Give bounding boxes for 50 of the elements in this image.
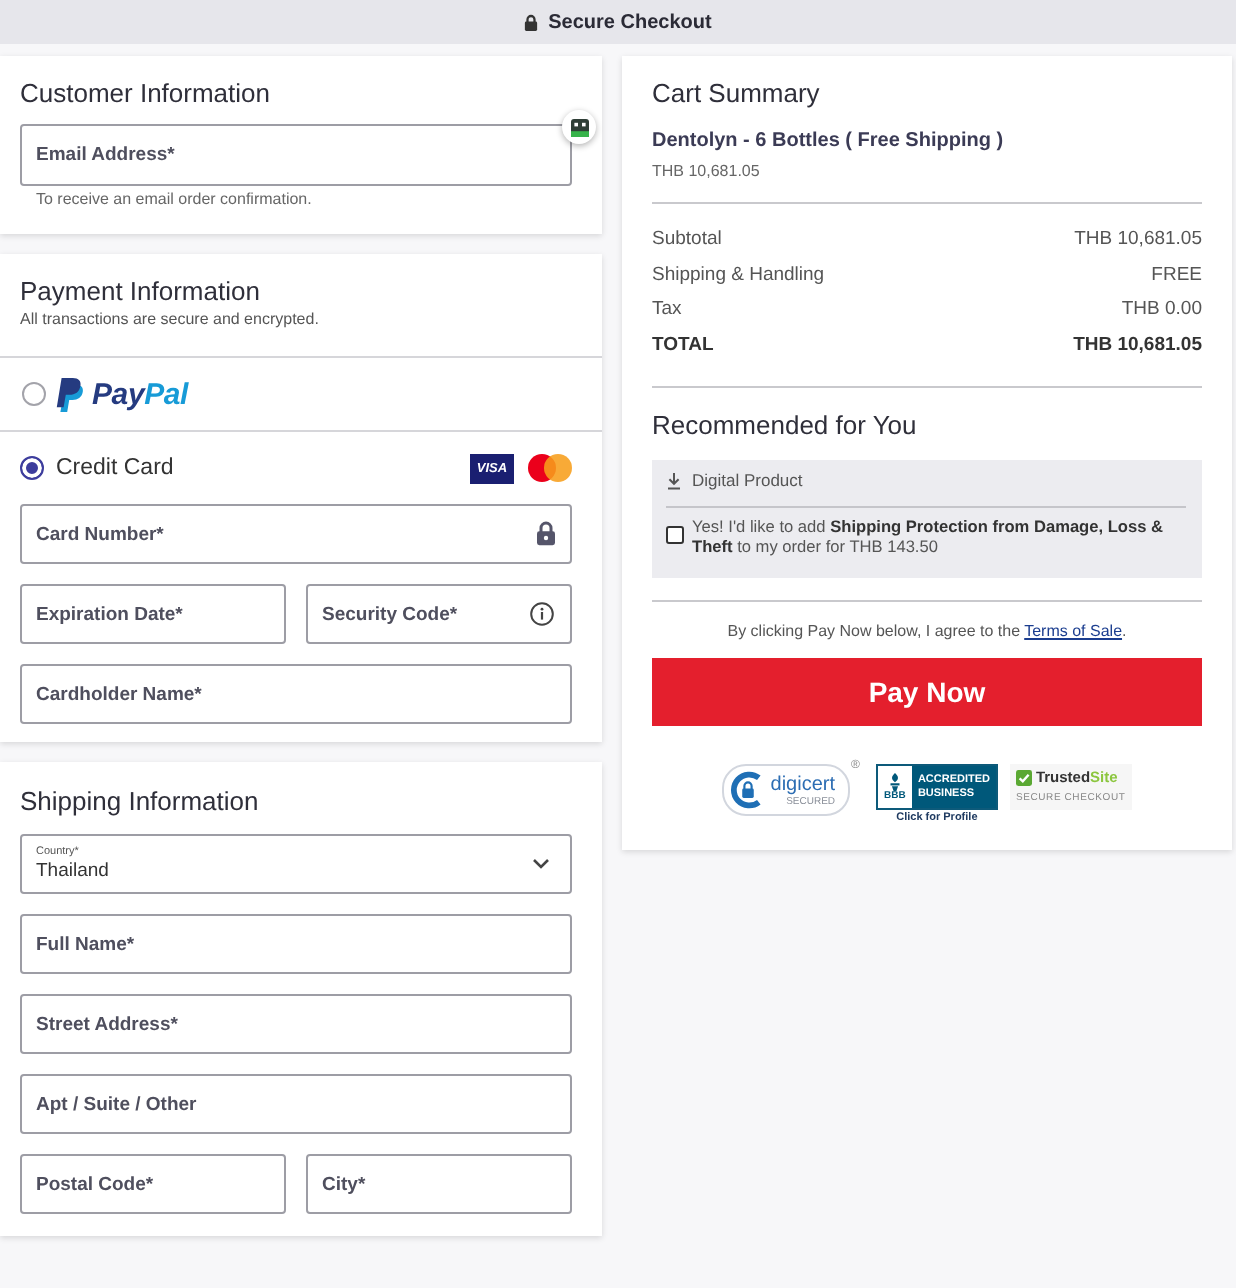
field-hint: To receive an email order confirmation. xyxy=(36,190,314,210)
page-title: Secure Checkout xyxy=(548,11,712,33)
download-icon xyxy=(666,471,682,489)
checkbox[interactable] xyxy=(666,526,684,544)
product-price: THB 10,681.05 xyxy=(652,162,762,182)
check-icon xyxy=(1015,769,1032,785)
section-title: Cart Summary xyxy=(652,78,822,110)
input-field[interactable]: Full Name* xyxy=(20,914,572,974)
input-field[interactable]: City* xyxy=(306,1154,572,1214)
section-title: Recommended for You xyxy=(652,410,919,442)
input-field[interactable]: Street Address* xyxy=(20,994,572,1054)
section-subtitle: All transactions are secure and encrypted. xyxy=(20,310,321,330)
offer-text[interactable]: Yes! I'd like to add Shipping Protection from Damage, Loss & Theft to my order for THB 143.50 xyxy=(692,516,1186,556)
lock-icon xyxy=(536,520,556,546)
summary-label: Subtotal xyxy=(652,226,722,254)
input-field[interactable]: Security Code* xyxy=(306,584,572,644)
input-field[interactable]: Apt / Suite / Other xyxy=(20,1074,572,1134)
product-name: Dentolyn - 6 Bottles ( Free Shipping ) xyxy=(652,128,1006,156)
overlapping-circles-icon xyxy=(528,454,572,482)
chevron-down-icon xyxy=(532,858,550,870)
radio-button[interactable] xyxy=(22,382,46,406)
payment-option-label[interactable]: Credit Card xyxy=(56,456,458,480)
summary-value: THB 0.00 xyxy=(1121,296,1202,324)
seal-name: digicert xyxy=(770,773,836,795)
summary-value: FREE xyxy=(1151,261,1202,289)
pay-now-button[interactable]: Pay Now xyxy=(652,658,1202,726)
product-type-label: Digital Product xyxy=(692,470,803,490)
info-icon[interactable] xyxy=(530,602,554,626)
radio-button[interactable] xyxy=(20,456,44,480)
summary-label: TOTAL xyxy=(652,331,714,359)
paypal-p-icon xyxy=(56,377,84,411)
section-title: Payment Information xyxy=(20,276,262,308)
lock-icon xyxy=(524,13,539,31)
paypal-wordmark: PayPal xyxy=(92,377,189,411)
terms-note: By clicking Pay Now below, I agree to the Terms of Sale. xyxy=(725,620,1129,644)
section-title: Customer Information xyxy=(20,78,272,110)
summary-label: Shipping & Handling xyxy=(652,261,825,289)
input-field[interactable]: Card Number* xyxy=(20,504,572,564)
padlock-ring-icon xyxy=(730,770,767,810)
terms-link[interactable]: Terms of Sale xyxy=(1024,622,1123,640)
input-field[interactable]: Cardholder Name* xyxy=(20,664,572,724)
input-field[interactable]: Postal Code* xyxy=(20,1154,286,1214)
input-field[interactable]: Expiration Date* xyxy=(20,584,286,644)
email-field[interactable]: Email Address* xyxy=(20,124,572,186)
torch-icon xyxy=(885,772,904,792)
section-title: Shipping Information xyxy=(20,786,261,818)
summary-value: THB 10,681.05 xyxy=(1073,331,1202,359)
summary-label: Tax xyxy=(652,296,682,324)
summary-value: THB 10,681.05 xyxy=(1074,226,1202,254)
robot-icon[interactable] xyxy=(562,110,596,144)
